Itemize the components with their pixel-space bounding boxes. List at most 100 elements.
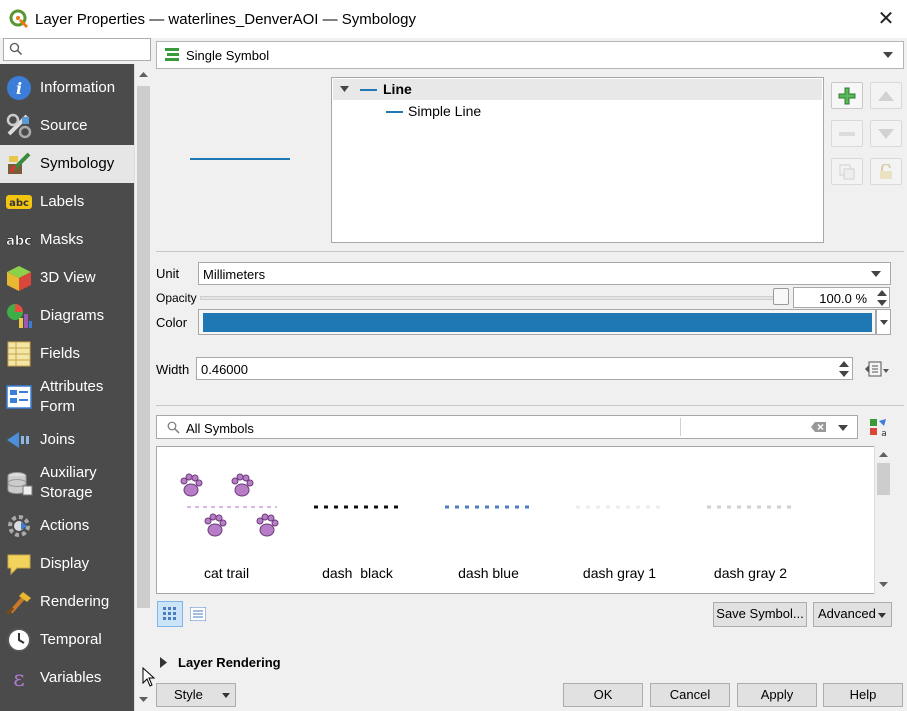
color-label: Color bbox=[156, 315, 188, 330]
sidebar-item-joins[interactable]: Joins bbox=[0, 421, 134, 459]
spin-up-icon[interactable] bbox=[877, 290, 887, 296]
display-icon bbox=[5, 550, 33, 578]
layer-rendering-group[interactable]: Layer Rendering bbox=[156, 653, 356, 673]
sidebar-item-fields[interactable]: Fields bbox=[0, 335, 134, 373]
sidebar-search-input[interactable] bbox=[3, 38, 151, 61]
sidebar-item-labels[interactable]: abc Labels bbox=[0, 183, 134, 221]
symbology-icon bbox=[5, 150, 33, 178]
color-button[interactable] bbox=[198, 309, 876, 335]
fields-icon bbox=[5, 340, 33, 368]
advanced-label: Advanced bbox=[818, 606, 876, 621]
remove-symbol-layer-button[interactable] bbox=[831, 120, 863, 147]
style-label: Style bbox=[174, 687, 203, 702]
joins-icon bbox=[5, 426, 33, 454]
chevron-down-icon bbox=[222, 693, 230, 698]
renderer-label: Single Symbol bbox=[186, 48, 270, 63]
masks-icon: abc bbox=[5, 226, 33, 254]
chevron-down-icon[interactable] bbox=[838, 425, 848, 431]
sidebar-item-actions[interactable]: Actions bbox=[0, 507, 134, 545]
mouse-cursor-icon bbox=[142, 667, 156, 687]
symbol-item-dash-black[interactable]: dash black bbox=[292, 447, 423, 593]
clear-search-icon[interactable] bbox=[811, 421, 827, 433]
chevron-down-icon bbox=[880, 320, 888, 325]
sidebar-item-rendering[interactable]: Rendering bbox=[0, 583, 134, 621]
symbol-name: dash gray 1 bbox=[582, 565, 657, 581]
info-icon: i bbox=[5, 74, 33, 102]
width-label: Width bbox=[156, 362, 190, 377]
sidebar-scroll-thumb[interactable] bbox=[137, 86, 150, 608]
sidebar-item-source[interactable]: Source bbox=[0, 107, 134, 145]
source-icon bbox=[5, 112, 33, 140]
chevron-down-icon bbox=[883, 52, 893, 58]
sidebar-item-auxiliary-storage[interactable]: Auxiliary Storage bbox=[0, 459, 134, 507]
symbol-item-dash-blue[interactable]: dash blue bbox=[423, 447, 554, 593]
cancel-button[interactable]: Cancel bbox=[650, 683, 730, 707]
help-button[interactable]: Help bbox=[823, 683, 903, 707]
data-defined-override-icon[interactable] bbox=[864, 359, 890, 379]
tree-row-simple-line[interactable]: Simple Line bbox=[333, 101, 822, 122]
lock-layer-button[interactable] bbox=[870, 158, 902, 185]
variables-icon: ε bbox=[5, 664, 33, 692]
symbol-item-dash-gray-2[interactable]: dash gray 2 bbox=[685, 447, 816, 593]
expand-arrow-icon[interactable] bbox=[340, 86, 349, 92]
sidebar-item-display[interactable]: Display bbox=[0, 545, 134, 583]
duplicate-layer-button[interactable] bbox=[831, 158, 863, 185]
close-button[interactable]: ✕ bbox=[868, 6, 904, 32]
tree-row-line[interactable]: Line bbox=[333, 79, 822, 100]
symbol-layer-tree[interactable]: Line Simple Line bbox=[331, 77, 824, 243]
dash-line-preview bbox=[707, 505, 793, 509]
clock-icon bbox=[5, 626, 33, 654]
opacity-spinbox[interactable]: 100.0 % bbox=[793, 287, 890, 308]
style-button[interactable]: Style bbox=[156, 683, 236, 707]
3d-view-icon bbox=[5, 264, 33, 292]
symbol-name: dash black bbox=[322, 565, 393, 581]
opacity-slider[interactable] bbox=[200, 296, 784, 300]
spin-up-icon[interactable] bbox=[839, 361, 849, 367]
spin-down-icon[interactable] bbox=[839, 371, 849, 377]
separator bbox=[156, 251, 904, 252]
renderer-select[interactable]: Single Symbol bbox=[156, 41, 904, 69]
sidebar-item-temporal[interactable]: Temporal bbox=[0, 621, 134, 659]
sidebar-item-attributes-form[interactable]: Attributes Form bbox=[0, 373, 134, 421]
dash-line-preview bbox=[445, 505, 531, 509]
sidebar-scrollbar[interactable] bbox=[134, 64, 151, 711]
move-down-button[interactable] bbox=[870, 120, 902, 147]
icon-view-button[interactable] bbox=[157, 601, 183, 627]
symbol-grid-scrollbar[interactable] bbox=[874, 446, 892, 594]
style-manager-icon[interactable]: a bbox=[868, 417, 890, 439]
symbol-search-input[interactable]: All Symbols bbox=[156, 415, 858, 439]
scroll-up-icon[interactable] bbox=[138, 70, 149, 78]
list-view-button[interactable] bbox=[185, 601, 211, 627]
separator bbox=[680, 418, 681, 436]
sidebar-item-symbology[interactable]: Symbology bbox=[0, 145, 134, 183]
spin-down-icon[interactable] bbox=[877, 300, 887, 306]
save-symbol-button[interactable]: Save Symbol... bbox=[713, 602, 807, 627]
sidebar-item-information[interactable]: i Information bbox=[0, 69, 134, 107]
move-up-button[interactable] bbox=[870, 82, 902, 109]
layer-rendering-label: Layer Rendering bbox=[178, 655, 281, 670]
opacity-slider-handle[interactable] bbox=[773, 288, 789, 305]
sidebar-item-variables[interactable]: ε Variables bbox=[0, 659, 134, 697]
scroll-down-icon[interactable] bbox=[138, 696, 149, 704]
line-swatch-icon bbox=[360, 89, 377, 91]
apply-button[interactable]: Apply bbox=[737, 683, 817, 707]
sidebar-item-masks[interactable]: abc Masks bbox=[0, 221, 134, 259]
arrow-up-icon bbox=[878, 90, 894, 101]
symbol-library-grid[interactable]: cat trail dash black dash blue dash gray… bbox=[156, 446, 892, 594]
unit-select[interactable]: Millimeters bbox=[198, 262, 891, 285]
sidebar-item-3d-view[interactable]: 3D View bbox=[0, 259, 134, 297]
scroll-down-icon[interactable] bbox=[878, 581, 889, 588]
add-symbol-layer-button[interactable] bbox=[831, 82, 863, 109]
symbol-item-dash-gray-1[interactable]: dash gray 1 bbox=[554, 447, 685, 593]
color-menu-button[interactable] bbox=[876, 309, 891, 335]
width-spinbox[interactable]: 0.46000 bbox=[196, 357, 853, 380]
grid-scroll-thumb[interactable] bbox=[877, 463, 890, 495]
scroll-up-icon[interactable] bbox=[878, 451, 889, 458]
advanced-button[interactable]: Advanced bbox=[813, 602, 892, 627]
ok-button[interactable]: OK bbox=[563, 683, 643, 707]
sidebar: i Information Source Symbology abc Label… bbox=[0, 64, 134, 711]
sidebar-item-diagrams[interactable]: Diagrams bbox=[0, 297, 134, 335]
paw-print-icon bbox=[180, 473, 279, 537]
symbol-item-cat-trail[interactable]: cat trail bbox=[161, 447, 292, 593]
rendering-icon bbox=[5, 588, 33, 616]
